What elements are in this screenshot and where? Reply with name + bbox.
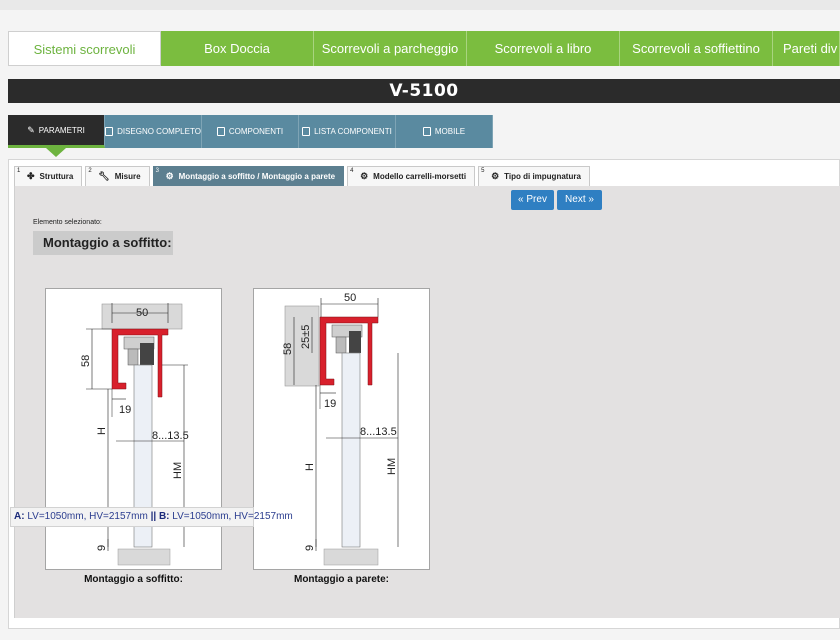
dim-width: 50	[136, 307, 148, 319]
wrench-icon: 🔧︎	[98, 171, 110, 181]
structure-icon: ✤	[27, 171, 35, 181]
tab-label: Lista componenti	[314, 127, 392, 136]
step-label: Struttura	[39, 172, 74, 181]
category-sistemi-scorrevoli[interactable]: Sistemi scorrevoli	[8, 31, 161, 66]
dim-gap: 8...13.5	[360, 426, 397, 438]
active-tab-indicator	[46, 148, 66, 157]
wall-mount-caption: Montaggio a parete:	[293, 574, 389, 585]
tooltip-b-label: B:	[158, 511, 170, 522]
dim-offset: 19	[324, 398, 336, 410]
top-strip	[0, 0, 840, 10]
step-tab-misure[interactable]: 2 🔧︎ Misure	[85, 166, 150, 186]
dim-offset: 19	[119, 404, 131, 416]
ceiling-mount-drawing: 50 58 19 H 8...13.5 HM 9	[80, 303, 189, 566]
dim-gap: 8...13.5	[152, 430, 189, 442]
document-icon	[105, 127, 114, 136]
step-number: 5	[481, 168, 485, 174]
dim-hm: HM	[386, 458, 398, 475]
selected-element-label: Elemento selezionato:	[33, 219, 102, 226]
dimensions-tooltip: A: LV=1050mm, HV=2157mm || B: LV=1050mm,…	[10, 507, 293, 527]
gear-icon: ⚙	[360, 171, 369, 181]
category-pareti-divisorie[interactable]: Pareti div	[773, 31, 840, 66]
step-tab-struttura[interactable]: 1 ✤ Struttura	[14, 166, 83, 186]
tab-lista-componenti[interactable]: Lista componenti	[299, 115, 396, 148]
document-icon	[302, 127, 311, 136]
step-tabs: 1 ✤ Struttura 2 🔧︎ Misure 3 ⚙ Montaggio …	[14, 166, 590, 186]
step-tab-modello-carrelli[interactable]: 4 ⚙ Modello carrelli-morsetti	[347, 166, 476, 186]
tab-mobile[interactable]: Mobile	[396, 115, 493, 148]
dim-h: H	[304, 463, 316, 471]
option-wall-mount[interactable]: 50 58 25±5 19 H 8...13.5 HM 9	[253, 288, 430, 570]
edit-icon: ✎	[27, 124, 35, 135]
ceiling-mount-caption: Montaggio a soffitto:	[84, 574, 183, 585]
category-scorrevoli-parcheggio[interactable]: Scorrevoli a parcheggio	[314, 31, 467, 66]
dim-height-top: 58	[282, 343, 294, 355]
wall-mount-drawing: 50 58 25±5 19 H 8...13.5 HM 9	[282, 292, 399, 566]
dim-tolerance: 25±5	[300, 325, 312, 349]
dim-hm: HM	[172, 462, 184, 479]
step-number: 1	[17, 168, 21, 174]
step-label: Misure	[114, 172, 141, 181]
option-ceiling-mount[interactable]: 50 58 19 H 8...13.5 HM 9	[45, 288, 222, 570]
gear-icon: ⚙	[165, 171, 174, 181]
product-title: V-5100	[8, 79, 840, 103]
step-number: 3	[155, 168, 159, 174]
selected-element-value: Montaggio a soffitto:	[33, 231, 173, 255]
tab-parametri[interactable]: ✎ Parametri	[8, 115, 105, 148]
dim-bottom: 9	[96, 545, 108, 551]
category-scorrevoli-soffiettino[interactable]: Scorrevoli a soffiettino	[620, 31, 773, 66]
step-label: Montaggio a soffitto / Montaggio a paret…	[178, 172, 336, 181]
dim-height-top: 58	[80, 355, 92, 367]
gear-icon: ⚙	[491, 171, 500, 181]
document-icon	[422, 127, 431, 136]
tab-componenti[interactable]: Componenti	[202, 115, 299, 148]
step-tab-impugnatura[interactable]: 5 ⚙ Tipo di impugnatura	[478, 166, 590, 186]
category-nav: Sistemi scorrevoli Box Doccia Scorrevoli…	[8, 31, 840, 66]
category-box-doccia[interactable]: Box Doccia	[161, 31, 314, 66]
category-scorrevoli-libro[interactable]: Scorrevoli a libro	[467, 31, 620, 66]
tool-tabs: ✎ Parametri Disegno completo Componenti …	[8, 115, 493, 148]
prev-button[interactable]: « Prev	[511, 190, 554, 210]
step-number: 2	[88, 168, 92, 174]
tooltip-a-value: LV=1050mm, HV=2157mm	[27, 511, 148, 522]
tab-label: Componenti	[228, 127, 284, 136]
step-tab-montaggio[interactable]: 3 ⚙ Montaggio a soffitto / Montaggio a p…	[152, 166, 345, 186]
step-label: Modello carrelli-morsetti	[373, 172, 467, 181]
dim-bottom: 9	[304, 545, 316, 551]
tab-label: Parametri	[38, 125, 85, 135]
tooltip-separator: ||	[150, 511, 157, 522]
document-icon	[216, 127, 225, 136]
tooltip-b-value: LV=1050mm, HV=2157mm	[172, 511, 293, 522]
step-label: Tipo di impugnatura	[504, 172, 581, 181]
tab-disegno-completo[interactable]: Disegno completo	[105, 115, 202, 148]
dim-h: H	[96, 427, 108, 435]
tab-label: Mobile	[434, 127, 466, 136]
step-number: 4	[350, 168, 354, 174]
dim-width: 50	[344, 292, 356, 304]
tab-label: Disegno completo	[117, 127, 201, 136]
tooltip-a-label: A:	[14, 511, 25, 522]
next-button[interactable]: Next »	[557, 190, 602, 210]
